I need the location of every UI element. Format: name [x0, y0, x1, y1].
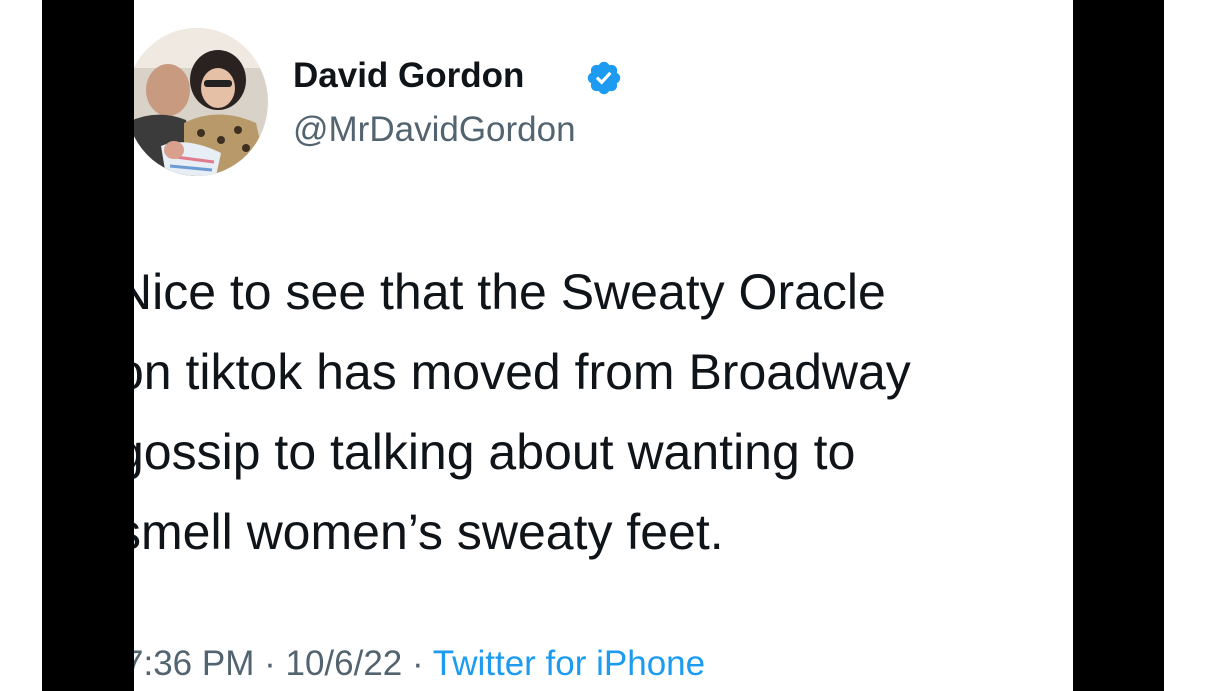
- screenshot-frame: David Gordon @MrDavidGordon Nice to see …: [0, 0, 1230, 691]
- author-display-name[interactable]: David Gordon: [293, 54, 524, 98]
- tweet-text-line: gossip to talking about wanting to: [116, 424, 856, 480]
- tweet-text-line: Nice to see that the Sweaty Oracle: [116, 264, 886, 320]
- tweet-text-line: smell women’s sweaty feet.: [116, 504, 724, 560]
- tweet-text-line: on tiktok has moved from Broadway: [116, 344, 911, 400]
- profile-photo-icon: [126, 28, 268, 176]
- tweet-metadata: 7:36 PM · 10/6/22 · Twitter for iPhone: [124, 640, 705, 688]
- meta-separator: ·: [264, 644, 276, 683]
- verified-badge-icon: [587, 61, 621, 95]
- tweet-card[interactable]: David Gordon @MrDavidGordon Nice to see …: [0, 0, 1230, 691]
- author-handle[interactable]: @MrDavidGordon: [293, 108, 576, 152]
- meta-separator: ·: [412, 644, 424, 683]
- tweet-date[interactable]: 10/6/22: [285, 644, 402, 683]
- tweet-source-link[interactable]: Twitter for iPhone: [433, 644, 705, 683]
- tweet-time[interactable]: 7:36 PM: [124, 644, 254, 683]
- letterbox-bar-right: [1073, 0, 1164, 691]
- letterbox-bar-left: [42, 0, 134, 691]
- tweet-text: Nice to see that the Sweaty Oracle on ti…: [116, 252, 1076, 572]
- avatar[interactable]: [126, 28, 268, 176]
